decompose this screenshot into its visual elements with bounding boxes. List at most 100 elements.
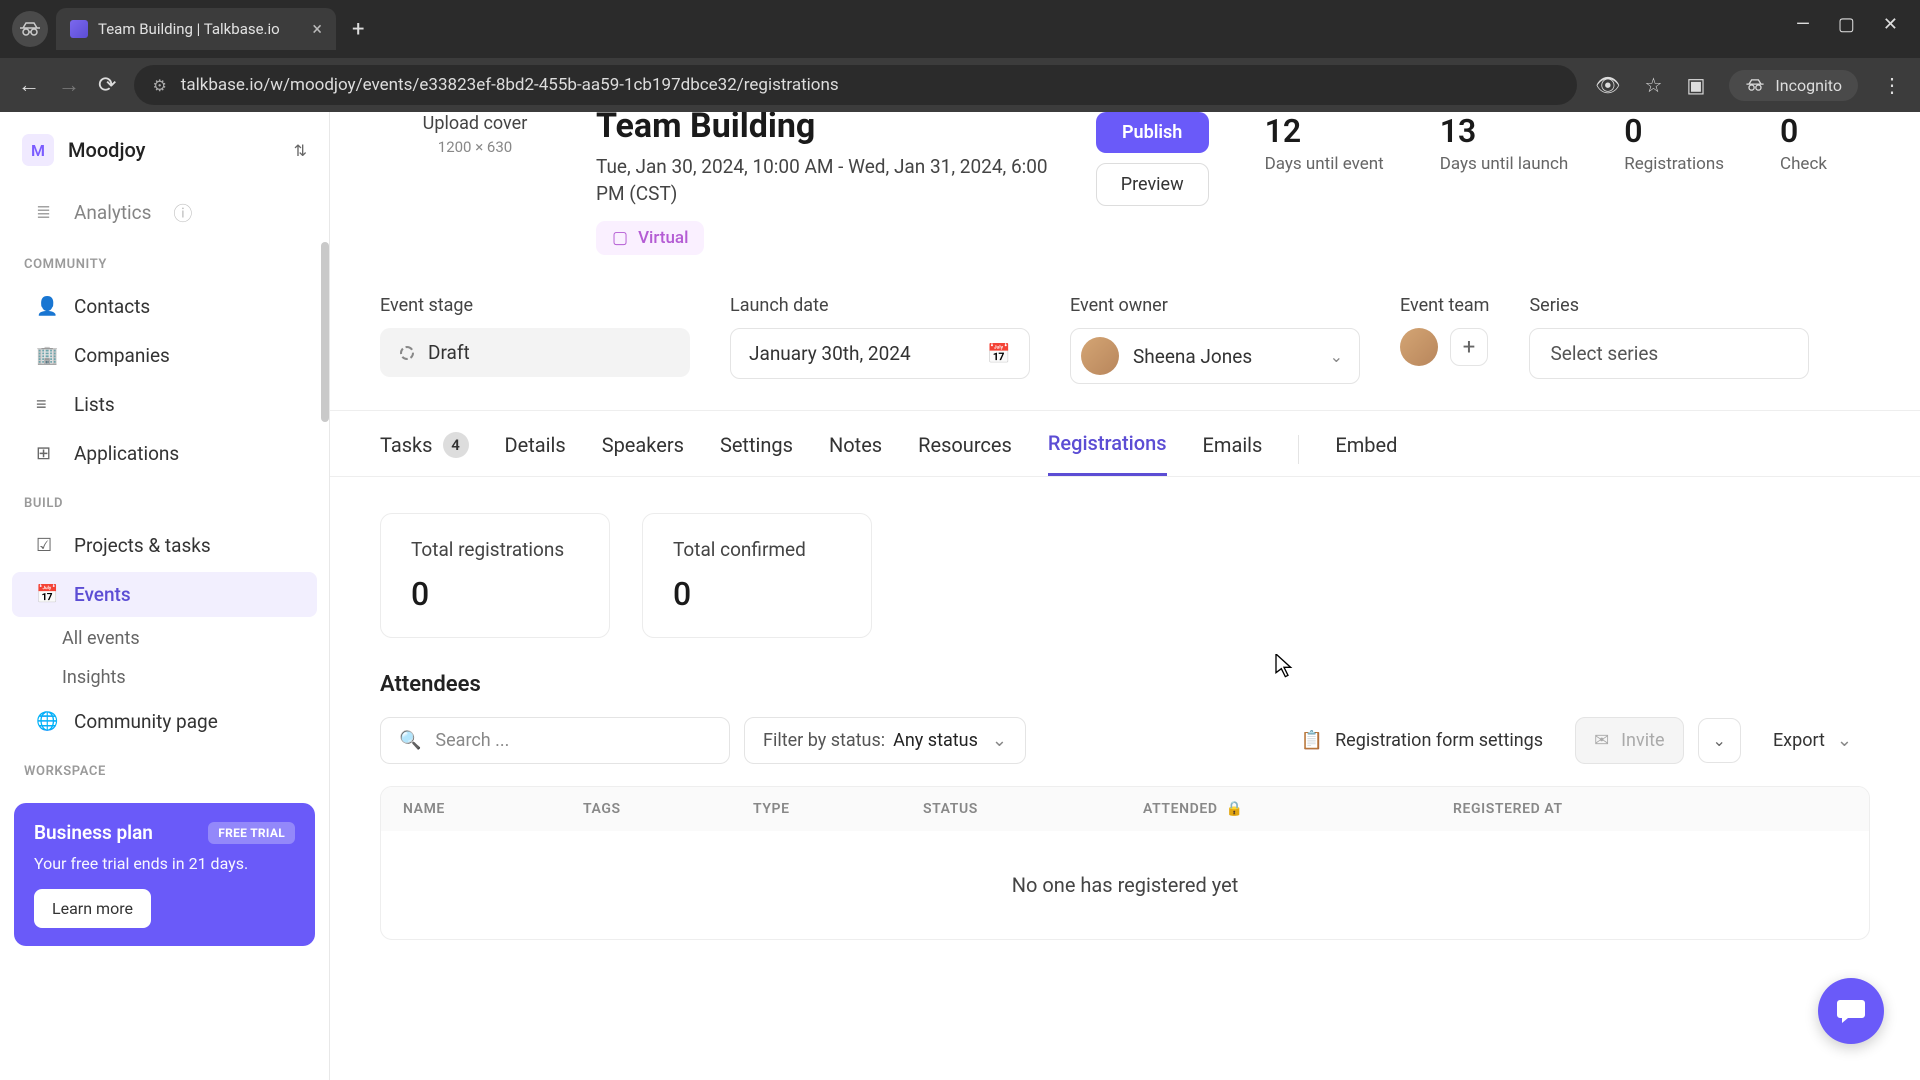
- tab-resources[interactable]: Resources: [918, 431, 1012, 476]
- panel-total-registrations: Total registrations 0: [380, 513, 610, 638]
- event-title: Team Building: [596, 112, 1070, 146]
- invite-dropdown-button[interactable]: ⌄: [1698, 718, 1741, 763]
- window-maximize-icon[interactable]: ▢: [1838, 14, 1855, 35]
- projects-icon: ☑: [36, 535, 58, 556]
- panel-icon[interactable]: ▣: [1686, 73, 1705, 97]
- sidebar-item-lists[interactable]: ≡Lists: [12, 382, 317, 427]
- globe-icon: 🌐: [36, 711, 58, 732]
- export-button[interactable]: Export ⌄: [1755, 718, 1870, 763]
- workspace-avatar: M: [22, 134, 54, 166]
- trial-subtitle: Your free trial ends in 21 days.: [34, 854, 295, 873]
- invite-button: ✉ Invite: [1575, 717, 1683, 764]
- bookmark-star-icon[interactable]: ☆: [1645, 73, 1663, 97]
- add-team-member-button[interactable]: +: [1450, 328, 1488, 366]
- incognito-indicator[interactable]: Incognito: [1729, 70, 1858, 101]
- tab-notes[interactable]: Notes: [829, 431, 882, 476]
- sidebar-item-contacts[interactable]: 👤Contacts: [12, 284, 317, 329]
- new-tab-button[interactable]: +: [352, 17, 364, 42]
- sidebar-item-events[interactable]: 📅Events: [12, 572, 317, 617]
- sidebar-heading-workspace: WORKSPACE: [0, 746, 329, 789]
- sidebar-heading-build: BUILD: [0, 478, 329, 521]
- col-status[interactable]: STATUS: [923, 801, 1143, 817]
- stat-days-until-event: 12Days until event: [1265, 112, 1384, 255]
- window-minimize-icon[interactable]: —: [1796, 14, 1810, 35]
- tab-speakers[interactable]: Speakers: [602, 431, 684, 476]
- owner-label: Event owner: [1070, 295, 1360, 316]
- form-icon: 📋: [1301, 730, 1323, 751]
- status-filter[interactable]: Filter by status: Any status ⌄: [744, 717, 1026, 764]
- tab-registrations[interactable]: Registrations: [1048, 431, 1167, 476]
- site-settings-icon[interactable]: ⚙: [152, 76, 166, 95]
- trial-learn-more-button[interactable]: Learn more: [34, 889, 151, 928]
- tab-divider: [1298, 435, 1299, 464]
- tab-tasks[interactable]: Tasks4: [380, 431, 469, 476]
- empty-state: No one has registered yet: [381, 831, 1869, 939]
- nav-forward-icon: →: [58, 72, 80, 98]
- tab-embed[interactable]: Embed: [1335, 431, 1397, 476]
- mail-icon: ✉: [1594, 730, 1609, 751]
- series-selector[interactable]: Select series: [1529, 328, 1809, 379]
- sidebar-item-applications[interactable]: ⊞Applications: [12, 431, 317, 476]
- url-text: talkbase.io/w/moodjoy/events/e33823ef-8b…: [181, 75, 839, 95]
- cover-upload-zone[interactable]: Upload cover 1200 × 630: [380, 112, 570, 190]
- chevron-down-icon: ⌄: [1330, 347, 1343, 366]
- contacts-icon: 👤: [36, 296, 58, 317]
- col-name[interactable]: NAME: [403, 801, 583, 817]
- calendar-picker-icon: 📅: [987, 342, 1011, 365]
- virtual-chip: ▢ Virtual: [596, 221, 704, 255]
- col-attended[interactable]: ATTENDED🔒: [1143, 801, 1453, 817]
- chevron-updown-icon: ⇅: [294, 141, 307, 160]
- info-icon: ⓘ: [173, 199, 192, 226]
- tab-title: Team Building | Talkbase.io: [98, 20, 280, 38]
- calendar-icon: 📅: [36, 584, 58, 605]
- registration-form-settings-button[interactable]: 📋 Registration form settings: [1283, 718, 1561, 763]
- workspace-name: Moodjoy: [68, 138, 145, 162]
- launch-date-input[interactable]: January 30th, 2024 📅: [730, 328, 1030, 379]
- draft-status-icon: [400, 346, 414, 360]
- sidebar-scrollbar[interactable]: [321, 242, 329, 422]
- tab-details[interactable]: Details: [505, 431, 566, 476]
- workspace-switcher[interactable]: M Moodjoy ⇅: [0, 126, 329, 186]
- browser-menu-icon[interactable]: ⋮: [1882, 73, 1902, 97]
- owner-selector[interactable]: Sheena Jones ⌄: [1070, 328, 1360, 384]
- col-type[interactable]: TYPE: [753, 801, 923, 817]
- lock-icon: 🔒: [1226, 801, 1244, 817]
- tasks-count-badge: 4: [443, 432, 469, 458]
- eye-off-icon[interactable]: 👁: [1595, 73, 1620, 97]
- browser-address-bar: ← → ⟳ ⚙ talkbase.io/w/moodjoy/events/e33…: [0, 58, 1920, 112]
- sidebar-sub-all-events[interactable]: All events: [0, 619, 329, 658]
- publish-button[interactable]: Publish: [1096, 112, 1209, 153]
- event-date-range: Tue, Jan 30, 2024, 10:00 AM - Wed, Jan 3…: [596, 154, 1056, 207]
- team-member-avatar[interactable]: [1400, 328, 1438, 366]
- col-registered-at[interactable]: REGISTERED AT: [1453, 801, 1847, 817]
- tab-close-icon[interactable]: ×: [312, 19, 322, 40]
- sidebar-item-community-page[interactable]: 🌐Community page: [12, 699, 317, 744]
- sidebar-sub-insights[interactable]: Insights: [0, 658, 329, 697]
- panel-total-confirmed: Total confirmed 0: [642, 513, 872, 638]
- main-content: Upload cover 1200 × 630 Team Building Tu…: [330, 112, 1920, 1080]
- nav-reload-icon[interactable]: ⟳: [98, 73, 116, 98]
- sidebar-item-companies[interactable]: 🏢Companies: [12, 333, 317, 378]
- preview-button[interactable]: Preview: [1096, 163, 1209, 206]
- lists-icon: ≡: [36, 394, 58, 415]
- col-tags[interactable]: TAGS: [583, 801, 753, 817]
- browser-tab-strip: Team Building | Talkbase.io × + — ▢ ✕: [0, 0, 1920, 58]
- tab-emails[interactable]: Emails: [1203, 431, 1263, 476]
- series-label: Series: [1529, 295, 1809, 316]
- stat-registrations: 0Registrations: [1624, 112, 1724, 255]
- sidebar-item-analytics[interactable]: ≣ Analytics ⓘ: [12, 188, 317, 237]
- window-close-icon[interactable]: ✕: [1883, 14, 1898, 35]
- launch-date-label: Launch date: [730, 295, 1030, 316]
- attendees-table: NAME TAGS TYPE STATUS ATTENDED🔒 REGISTER…: [380, 786, 1870, 940]
- stage-selector[interactable]: Draft: [380, 328, 690, 377]
- trial-badge: FREE TRIAL: [208, 822, 295, 844]
- browser-tab[interactable]: Team Building | Talkbase.io ×: [56, 8, 336, 50]
- chat-fab-button[interactable]: [1818, 978, 1884, 1044]
- chevron-down-icon: ⌄: [992, 730, 1007, 751]
- nav-back-icon[interactable]: ←: [18, 72, 40, 98]
- attendees-search-input[interactable]: 🔍 Search ...: [380, 717, 730, 764]
- stat-checkins: 0Check: [1780, 112, 1870, 255]
- tab-settings[interactable]: Settings: [720, 431, 793, 476]
- url-input[interactable]: ⚙ talkbase.io/w/moodjoy/events/e33823ef-…: [134, 65, 1577, 105]
- sidebar-item-projects[interactable]: ☑Projects & tasks: [12, 523, 317, 568]
